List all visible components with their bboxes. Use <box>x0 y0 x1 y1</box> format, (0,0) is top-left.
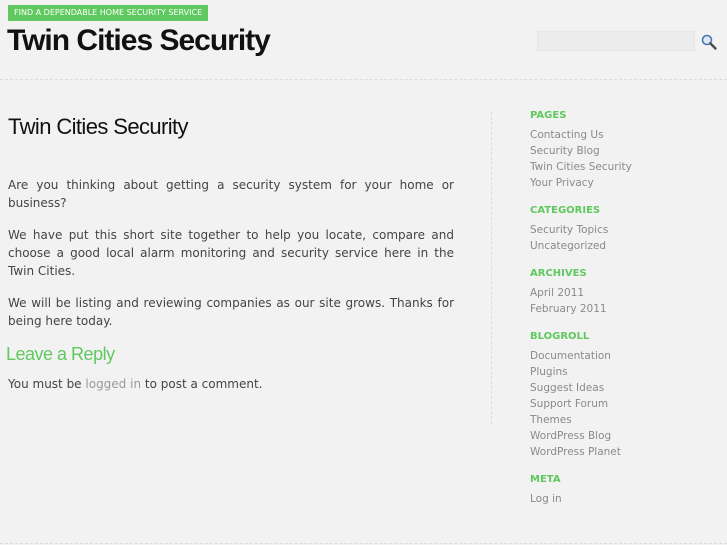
page-title: Twin Cities Security <box>8 114 189 139</box>
sidebar-link-suggest-ideas[interactable]: Suggest Ideas <box>530 380 720 396</box>
login-link[interactable]: logged in <box>85 377 141 391</box>
sidebar-link-support-forum[interactable]: Support Forum <box>530 396 720 412</box>
sidebar-link-wordpress-planet[interactable]: WordPress Planet <box>530 444 720 460</box>
archives-widget: ARCHIVES April 2011 February 2011 <box>530 268 720 317</box>
content-sidebar-divider <box>491 112 492 424</box>
sidebar-link-wordpress-blog[interactable]: WordPress Blog <box>530 428 720 444</box>
note-text-before: You must be <box>8 377 86 391</box>
search-input[interactable] <box>537 31 695 51</box>
post-paragraph: Are you thinking about getting a securit… <box>8 178 454 210</box>
site-title[interactable]: Twin Cities Security <box>7 24 271 58</box>
post-paragraph: We will be listing and reviewing compani… <box>8 296 454 328</box>
sidebar-link-documentation[interactable]: Documentation <box>530 348 720 364</box>
search-icon <box>701 34 717 50</box>
widget-heading: META <box>530 474 561 485</box>
categories-widget: CATEGORIES Security Topics Uncategorized <box>530 205 720 254</box>
widget-heading: ARCHIVES <box>530 268 587 279</box>
login-required-note: You must be logged in to post a comment. <box>8 377 262 391</box>
widget-heading: CATEGORIES <box>530 205 601 216</box>
post-paragraph: We have put this short site together to … <box>8 228 454 278</box>
sidebar: PAGES Contacting Us Security Blog Twin C… <box>530 110 720 521</box>
sidebar-link-plugins[interactable]: Plugins <box>530 364 720 380</box>
header-divider <box>0 79 727 80</box>
sidebar-link-your-privacy[interactable]: Your Privacy <box>530 175 720 191</box>
search-button[interactable] <box>700 33 718 51</box>
note-text-after: to post a comment. <box>141 377 263 391</box>
sidebar-link-security-blog[interactable]: Security Blog <box>530 143 720 159</box>
reply-heading: Leave a Reply <box>6 344 115 364</box>
widget-heading: BLOGROLL <box>530 331 590 342</box>
site-tagline: FIND A DEPENDABLE HOME SECURITY SERVICE <box>8 5 209 21</box>
post-content: Are you thinking about getting a securit… <box>8 176 454 344</box>
meta-widget: META Log in <box>530 474 720 507</box>
sidebar-link-themes[interactable]: Themes <box>530 412 720 428</box>
sidebar-link-twin-cities-security[interactable]: Twin Cities Security <box>530 159 720 175</box>
sidebar-link-contacting-us[interactable]: Contacting Us <box>530 127 720 143</box>
sidebar-link-uncategorized[interactable]: Uncategorized <box>530 238 720 254</box>
pages-widget: PAGES Contacting Us Security Blog Twin C… <box>530 110 720 191</box>
sidebar-link-security-topics[interactable]: Security Topics <box>530 222 720 238</box>
footer-divider <box>0 543 727 544</box>
sidebar-link-april-2011[interactable]: April 2011 <box>530 285 720 301</box>
sidebar-link-february-2011[interactable]: February 2011 <box>530 301 720 317</box>
blogroll-widget: BLOGROLL Documentation Plugins Suggest I… <box>530 331 720 460</box>
widget-heading: PAGES <box>530 110 567 121</box>
sidebar-link-log-in[interactable]: Log in <box>530 491 720 507</box>
